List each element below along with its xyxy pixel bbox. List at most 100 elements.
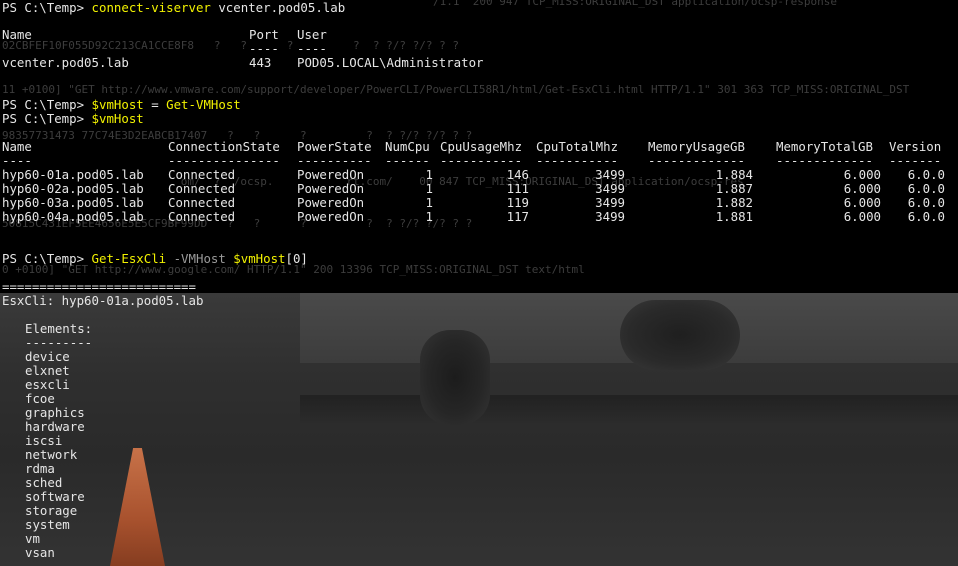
column-underline: ------------- <box>776 153 873 168</box>
host-name: hyp60-02a.pod05.lab <box>2 181 144 196</box>
connection-state: Connected <box>168 195 236 210</box>
version: 6.0.0 <box>907 209 945 224</box>
elements-label: Elements: <box>25 321 93 336</box>
prompt: PS C:\Temp> <box>2 251 92 266</box>
column-underline: ------------- <box>648 153 745 168</box>
cpu-total: 3499 <box>595 209 625 224</box>
column-header: User <box>297 27 327 42</box>
list-item: software <box>25 489 85 504</box>
list-item: device <box>25 349 70 364</box>
esxcli-title: EsxCli: hyp60-01a.pod05.lab <box>2 293 204 308</box>
power-state: PoweredOn <box>297 167 365 182</box>
host-name: hyp60-03a.pod05.lab <box>2 195 144 210</box>
server-port: 443 <box>249 55 272 70</box>
power-state: PoweredOn <box>297 209 365 224</box>
column-header: Name <box>2 139 32 154</box>
column-header: Name <box>2 27 32 42</box>
cpu-total: 3499 <box>595 195 625 210</box>
column-underline: ---------- <box>297 153 372 168</box>
list-item: storage <box>25 503 78 518</box>
column-underline: ------- <box>889 153 942 168</box>
column-underline: ---- <box>249 41 279 56</box>
cpu-usage: 111 <box>506 181 529 196</box>
column-header: Port <box>249 27 279 42</box>
memory-usage: 1.887 <box>715 181 753 196</box>
parameter: -VMHost <box>166 251 234 266</box>
memory-usage: 1.881 <box>715 209 753 224</box>
column-underline: ---- <box>2 153 32 168</box>
column-header: NumCpu <box>385 139 430 154</box>
command-line: PS C:\Temp> $vmHost <box>2 112 144 126</box>
server-name: vcenter.pod05.lab <box>2 55 129 70</box>
column-underline: ------ <box>385 153 430 168</box>
background-photo <box>0 293 958 566</box>
command-line: PS C:\Temp> connect-viserver vcenter.pod… <box>2 1 345 15</box>
version: 6.0.0 <box>907 167 945 182</box>
host-name: hyp60-01a.pod05.lab <box>2 167 144 182</box>
list-item: rdma <box>25 461 55 476</box>
list-item: vm <box>25 531 40 546</box>
index: [0] <box>285 251 308 266</box>
list-item: graphics <box>25 405 85 420</box>
server-user: POD05.LOCAL\Administrator <box>297 55 484 70</box>
background-tire <box>420 330 490 425</box>
list-item: system <box>25 517 70 532</box>
column-header: MemoryUsageGB <box>648 139 745 154</box>
cpu-usage: 117 <box>506 209 529 224</box>
version: 6.0.0 <box>907 195 945 210</box>
connection-state: Connected <box>168 167 236 182</box>
column-underline: ----------- <box>536 153 619 168</box>
list-item: iscsi <box>25 433 63 448</box>
list-item: fcoe <box>25 391 55 406</box>
elements-rule: --------- <box>25 335 93 350</box>
memory-usage: 1.884 <box>715 167 753 182</box>
column-underline: --------------- <box>168 153 280 168</box>
power-state: PoweredOn <box>297 181 365 196</box>
version: 6.0.0 <box>907 181 945 196</box>
background-car-body <box>300 293 958 363</box>
memory-total: 6.000 <box>843 181 881 196</box>
column-underline: ----------- <box>440 153 523 168</box>
command-line: PS C:\Temp> $vmHost = Get-VMHost <box>2 98 241 112</box>
list-item: hardware <box>25 419 85 434</box>
cmdlet-name: Get-VMHost <box>166 97 241 112</box>
column-header: CpuTotalMhz <box>536 139 619 154</box>
ghost-log-line: 11 +0100] "GET http://www.vmware.com/sup… <box>2 83 910 96</box>
connection-state: Connected <box>168 209 236 224</box>
power-state: PoweredOn <box>297 195 365 210</box>
connection-state: Connected <box>168 181 236 196</box>
separator-rule: ========================== <box>2 279 196 294</box>
num-cpu: 1 <box>425 181 433 196</box>
column-header: Version <box>889 139 942 154</box>
variable: $vmHost <box>91 111 144 126</box>
background-car-shadow <box>300 395 958 425</box>
command-line: PS C:\Temp> Get-EsxCli -VMHost $vmHost[0… <box>2 252 308 266</box>
num-cpu: 1 <box>425 195 433 210</box>
column-header: PowerState <box>297 139 372 154</box>
num-cpu: 1 <box>425 167 433 182</box>
background-tire <box>620 300 740 370</box>
cpu-total: 3499 <box>595 167 625 182</box>
prompt: PS C:\Temp> <box>2 0 92 15</box>
variable: $vmHost <box>91 97 144 112</box>
variable: $vmHost <box>233 251 286 266</box>
column-header: CpuUsageMhz <box>440 139 523 154</box>
cmdlet-name: connect-viserver <box>91 0 211 15</box>
prompt: PS C:\Temp> <box>2 111 92 126</box>
ghost-log-line: /1.1" 200 947 TCP_MISS:ORIGINAL_DST appl… <box>380 0 837 8</box>
memory-total: 6.000 <box>843 167 881 182</box>
command-args: vcenter.pod05.lab <box>210 0 346 15</box>
column-header: MemoryTotalGB <box>776 139 873 154</box>
cpu-usage: 119 <box>506 195 529 210</box>
host-name: hyp60-04a.pod05.lab <box>2 209 144 224</box>
ghost-log-line: 02CBFEF10F055D92C213CA1CCE8F8 ? ? ? ? ? … <box>2 39 459 52</box>
column-underline: ---- <box>297 41 327 56</box>
column-header: ConnectionState <box>168 139 280 154</box>
memory-total: 6.000 <box>843 195 881 210</box>
list-item: sched <box>25 475 63 490</box>
cpu-total: 3499 <box>595 181 625 196</box>
cmdlet-name: Get-EsxCli <box>91 251 167 266</box>
num-cpu: 1 <box>425 209 433 224</box>
list-item: vsan <box>25 545 55 560</box>
cpu-usage: 146 <box>506 167 529 182</box>
